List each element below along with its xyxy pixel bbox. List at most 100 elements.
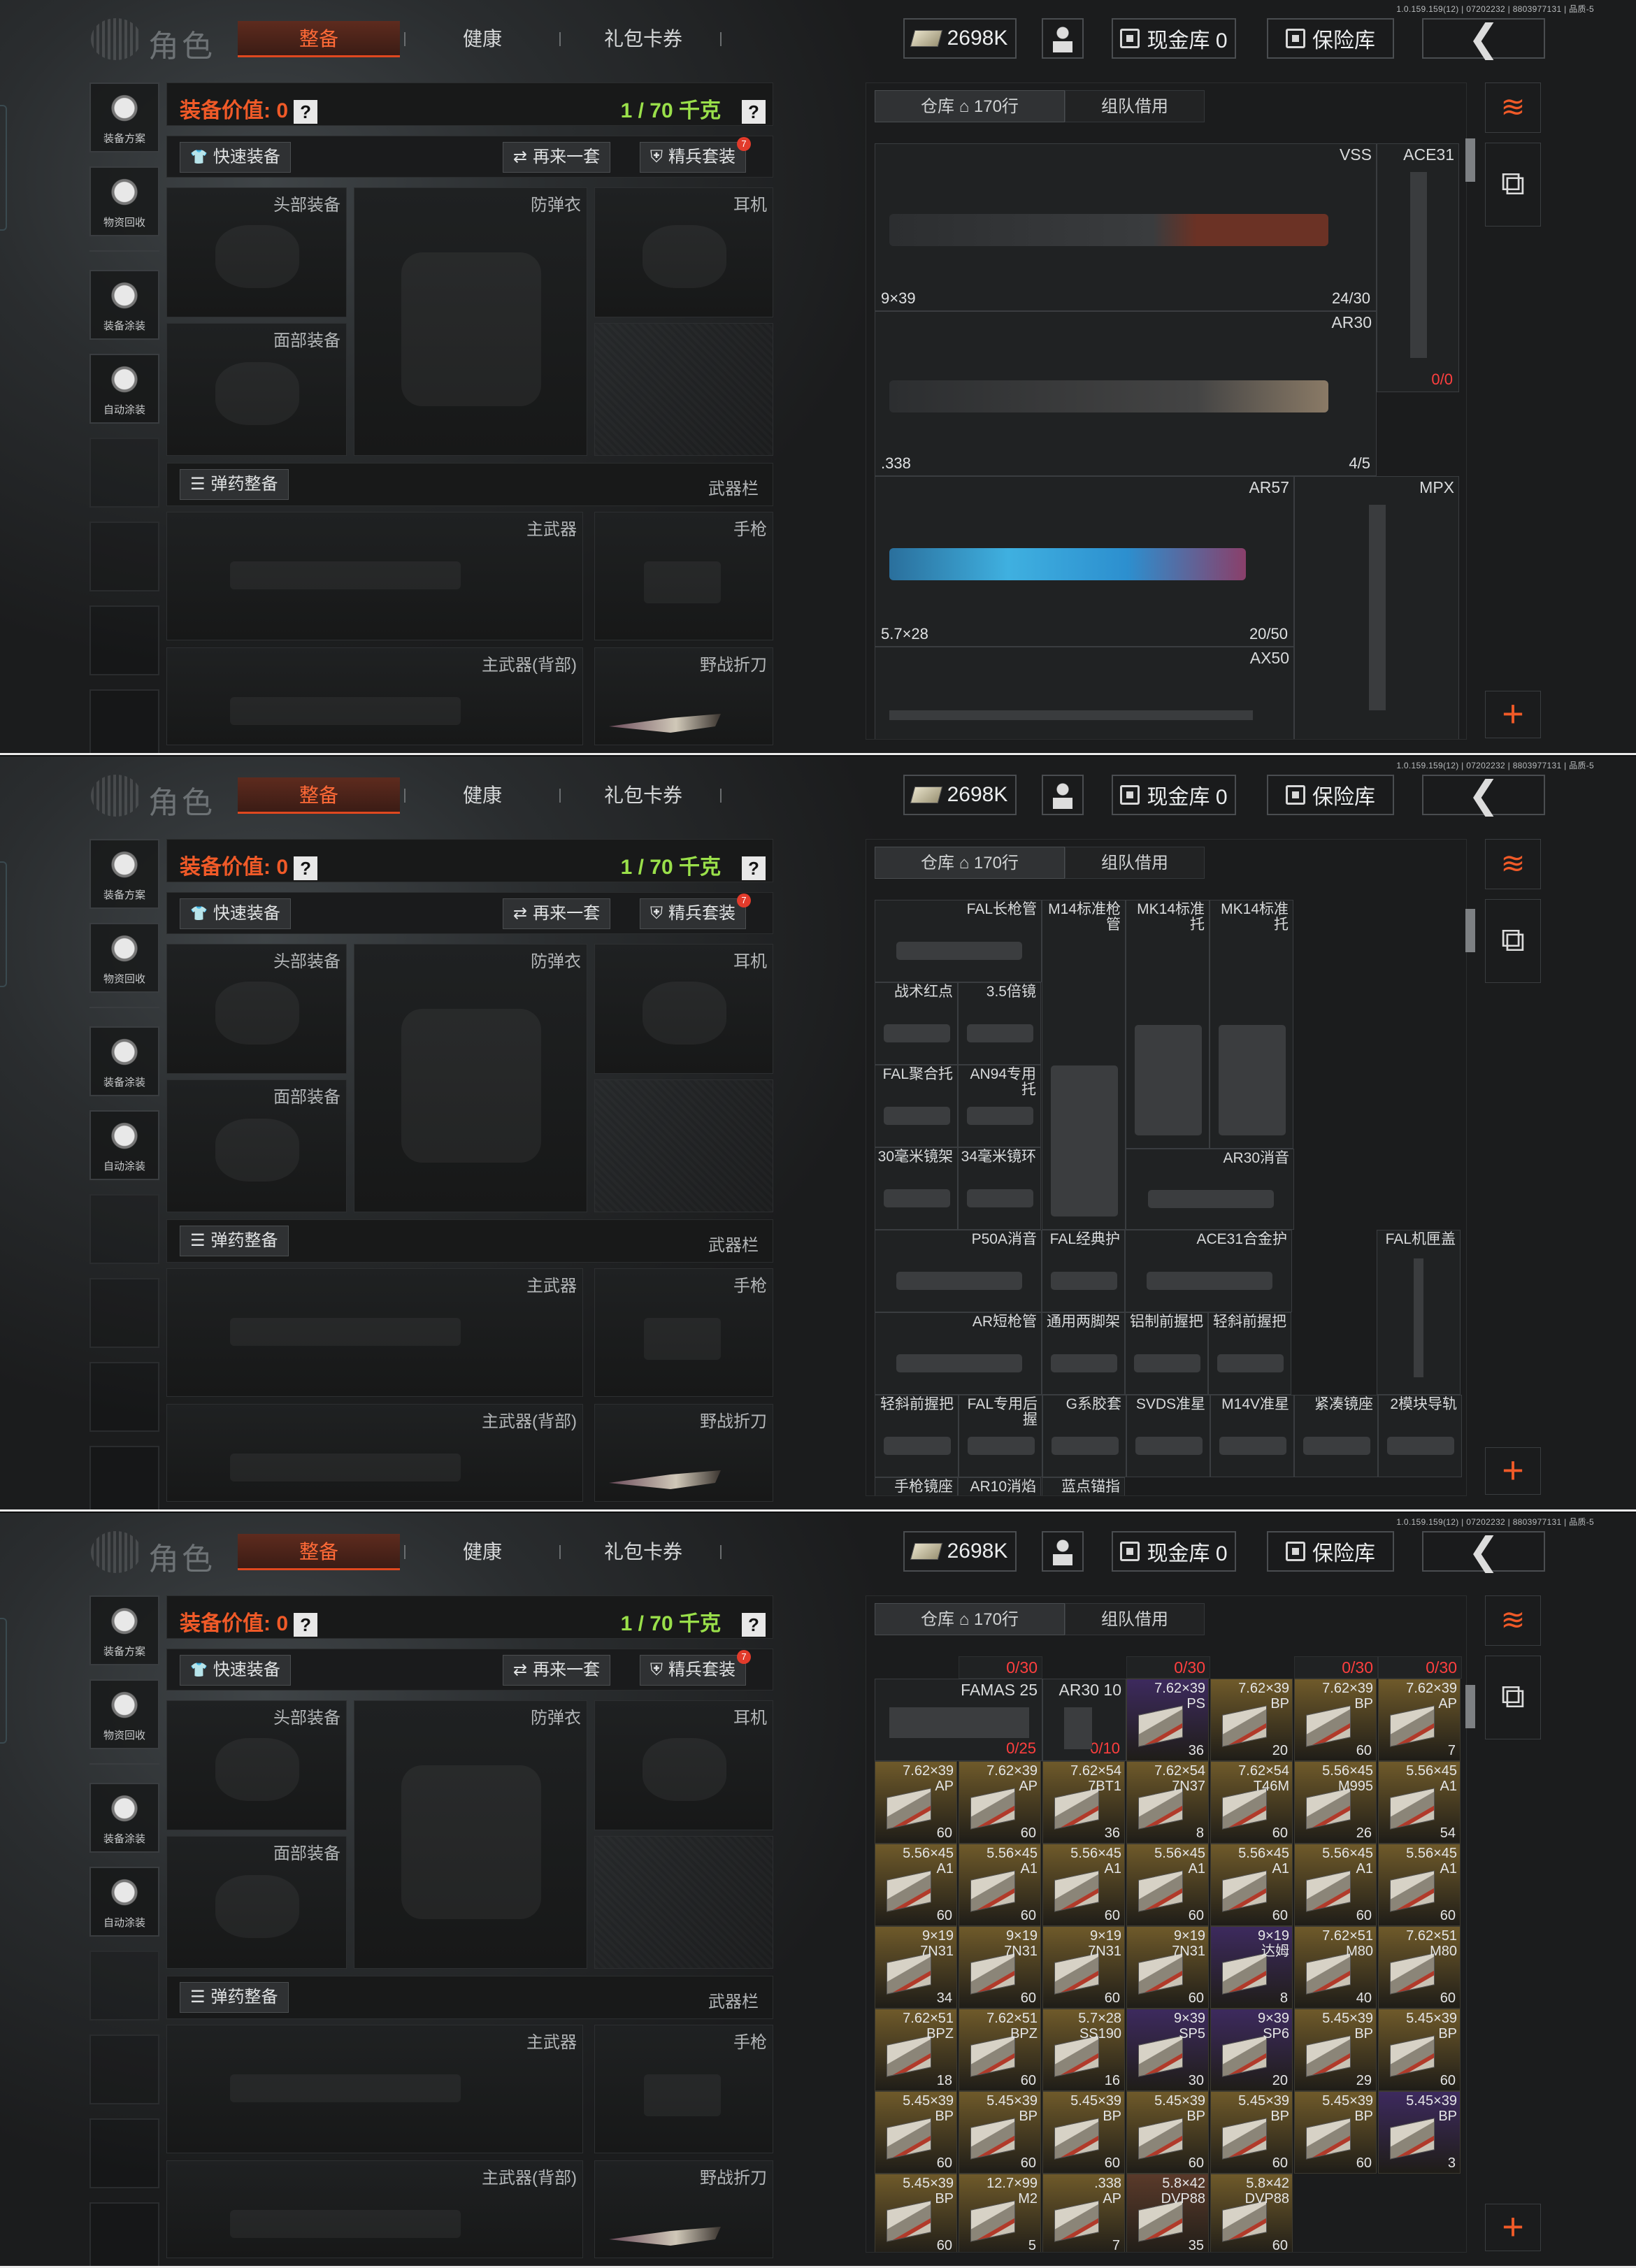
- attachment-item[interactable]: MK14标准托: [1126, 900, 1210, 1149]
- storage-item-vss[interactable]: VSS 9×39 24/30: [875, 143, 1377, 311]
- ammo-item[interactable]: 5.56×45 A1 60: [959, 1844, 1041, 1926]
- ammo-item[interactable]: 5.45×39 BP 60: [1042, 2091, 1125, 2174]
- expand-storage-button[interactable]: +: [1485, 1447, 1541, 1495]
- ammo-item[interactable]: 7.62×51 BPZ 18: [875, 2009, 957, 2091]
- attachment-item[interactable]: 轻斜前握把: [875, 1395, 959, 1477]
- ammo-item[interactable]: 9×19 7N31 34: [875, 1926, 957, 2009]
- tab-health[interactable]: 健康: [412, 1534, 552, 1570]
- quick-equip-button[interactable]: 👕 快速装备: [180, 142, 291, 173]
- sort-storage-button[interactable]: ≋: [1485, 1595, 1541, 1646]
- collect-button[interactable]: ⧉: [1485, 899, 1541, 983]
- help-icon[interactable]: ?: [742, 1613, 766, 1637]
- sidebar-empty-slot[interactable]: [89, 522, 159, 591]
- again-button[interactable]: ⇄ 再来一套: [503, 142, 611, 173]
- ammo-item[interactable]: 9×19 达姆 8: [1210, 1926, 1293, 2009]
- ear-slot[interactable]: 耳机: [594, 187, 773, 317]
- sort-storage-button[interactable]: ≋: [1485, 82, 1541, 133]
- ammo-item[interactable]: 7.62×51 M80 60: [1378, 1926, 1461, 2009]
- ammo-item[interactable]: 5.45×39 BP 60: [875, 2174, 957, 2252]
- attachment-item[interactable]: 3.5倍镜: [958, 982, 1041, 1065]
- ammo-item[interactable]: 5.56×45 A1 60: [1126, 1844, 1209, 1926]
- tab-equip[interactable]: 整备: [238, 21, 400, 57]
- sidebar-item-loadout-plan[interactable]: 装备方案: [89, 1595, 159, 1665]
- tab-storage[interactable]: 仓库 ⌂ 170行: [875, 1603, 1065, 1635]
- ammo-item[interactable]: 7.62×39 PS 36: [1126, 1679, 1209, 1761]
- help-icon[interactable]: ?: [742, 100, 766, 124]
- sidebar-item-supply-recycle[interactable]: 物资回收: [89, 1679, 159, 1749]
- primary-weapon-slot[interactable]: 主武器: [166, 2025, 583, 2153]
- ammo-item[interactable]: 9×39 SP5 30: [1126, 2009, 1209, 2091]
- collect-button[interactable]: ⧉: [1485, 143, 1541, 227]
- tab-gift-cards[interactable]: 礼包卡券: [573, 777, 713, 814]
- attachment-item[interactable]: AR30消音: [1126, 1149, 1294, 1230]
- ammo-item[interactable]: 5.45×39 BP 60: [1210, 2091, 1293, 2174]
- sidebar-empty-slot[interactable]: [89, 1362, 159, 1432]
- attachment-item[interactable]: 紧凑镜座: [1294, 1395, 1378, 1477]
- attachment-item[interactable]: 2模块导轨: [1378, 1395, 1462, 1477]
- cash-display[interactable]: 2698K: [903, 1531, 1017, 1572]
- ammo-item[interactable]: 5.45×39 BP 29: [1294, 2009, 1377, 2091]
- tab-health[interactable]: 健康: [412, 777, 552, 814]
- elite-set-button[interactable]: ⛨ 精兵套装 7: [640, 137, 751, 173]
- sidebar-item-supply-recycle[interactable]: 物资回收: [89, 166, 159, 236]
- armor-slot[interactable]: 防弹衣: [354, 1700, 587, 1969]
- left-edge-tab[interactable]: [0, 1618, 7, 1744]
- storage-scrollbar[interactable]: [1465, 909, 1475, 952]
- empty-slot[interactable]: [594, 1079, 773, 1212]
- elite-set-button[interactable]: ⛨ 精兵套装 7: [640, 893, 751, 929]
- tab-gift-cards[interactable]: 礼包卡券: [573, 21, 713, 57]
- ammo-item[interactable]: 5.45×39 BP 60: [875, 2091, 957, 2174]
- tab-gift-cards[interactable]: 礼包卡券: [573, 1534, 713, 1570]
- magazine-item-ar30[interactable]: AR30 10 0/10: [1042, 1679, 1126, 1761]
- tab-equip[interactable]: 整备: [238, 777, 400, 814]
- sidebar-empty-slot[interactable]: [89, 2118, 159, 2188]
- attachment-item[interactable]: M14V准星: [1210, 1395, 1294, 1477]
- ammo-item[interactable]: 7.62×54 7BT1 36: [1042, 1761, 1125, 1844]
- ammo-item[interactable]: 12.7×99 M2 5: [959, 2174, 1041, 2252]
- ammo-item[interactable]: 7.62×39 AP 7: [1378, 1679, 1461, 1761]
- attachment-item[interactable]: 战术红点: [875, 982, 958, 1065]
- empty-slot[interactable]: [594, 323, 773, 456]
- attachment-item[interactable]: FAL经典护: [1042, 1230, 1125, 1312]
- sidebar-item-supply-recycle[interactable]: 物资回收: [89, 923, 159, 993]
- sidebar-item-equipment-skin[interactable]: 装备涂装: [89, 1783, 159, 1853]
- tab-team-borrow[interactable]: 组队借用: [1065, 90, 1205, 122]
- pistol-slot[interactable]: 手枪: [594, 2025, 773, 2153]
- ammo-item[interactable]: 5.56×45 A1 54: [1378, 1761, 1461, 1844]
- ammo-item[interactable]: 5.45×39 BP 60: [1126, 2091, 1209, 2174]
- ammo-item[interactable]: 5.45×39 BP 3: [1378, 2091, 1461, 2174]
- primary-weapon-slot[interactable]: 主武器: [166, 1268, 583, 1397]
- again-button[interactable]: ⇄ 再来一套: [503, 1655, 611, 1686]
- storage-item-mpx[interactable]: MPX: [1294, 476, 1459, 739]
- ammo-prep-button[interactable]: ☰ 弹药整备: [180, 1982, 289, 2013]
- expand-storage-button[interactable]: +: [1485, 691, 1541, 738]
- attachment-item[interactable]: AR短枪管: [875, 1312, 1042, 1395]
- tab-health[interactable]: 健康: [412, 21, 552, 57]
- safe-button[interactable]: 保险库: [1267, 1531, 1394, 1572]
- sidebar-item-equipment-skin[interactable]: 装备涂装: [89, 1026, 159, 1096]
- storage-scrollbar[interactable]: [1465, 1685, 1475, 1728]
- help-icon[interactable]: ?: [742, 856, 766, 881]
- storage-scrollbar[interactable]: [1465, 138, 1475, 182]
- storage-item-ar30[interactable]: AR30 .338 4/5: [875, 311, 1377, 476]
- primary-weapon-slot[interactable]: 主武器: [166, 512, 583, 640]
- primary-back-slot[interactable]: 主武器(背部): [166, 1404, 583, 1502]
- ammo-item[interactable]: 5.45×39 BP 60: [959, 2091, 1041, 2174]
- head-slot[interactable]: 头部装备: [166, 1700, 347, 1830]
- ammo-item[interactable]: 5.7×28 SS190 16: [1042, 2009, 1125, 2091]
- ammo-item[interactable]: 5.56×45 A1 60: [1042, 1844, 1125, 1926]
- ammo-item[interactable]: 9×19 7N31 60: [959, 1926, 1041, 2009]
- ammo-item[interactable]: 7.62×39 AP 60: [959, 1761, 1041, 1844]
- empty-slot[interactable]: [594, 1836, 773, 1969]
- head-slot[interactable]: 头部装备: [166, 187, 347, 317]
- ammo-item[interactable]: 9×39 SP6 20: [1210, 2009, 1293, 2091]
- pistol-slot[interactable]: 手枪: [594, 512, 773, 640]
- ammo-item[interactable]: 5.56×45 A1 60: [875, 1844, 957, 1926]
- sidebar-empty-slot[interactable]: [89, 1446, 159, 1512]
- sidebar-empty-slot[interactable]: [89, 1194, 159, 1264]
- attachment-item[interactable]: 铝制前握把: [1125, 1312, 1208, 1395]
- sidebar-item-auto-skin[interactable]: 自动涂装: [89, 1110, 159, 1180]
- attachment-item[interactable]: 轻斜前握把: [1208, 1312, 1291, 1395]
- ammo-item[interactable]: 7.62×54 T46M 60: [1210, 1761, 1293, 1844]
- left-edge-tab[interactable]: [0, 105, 7, 231]
